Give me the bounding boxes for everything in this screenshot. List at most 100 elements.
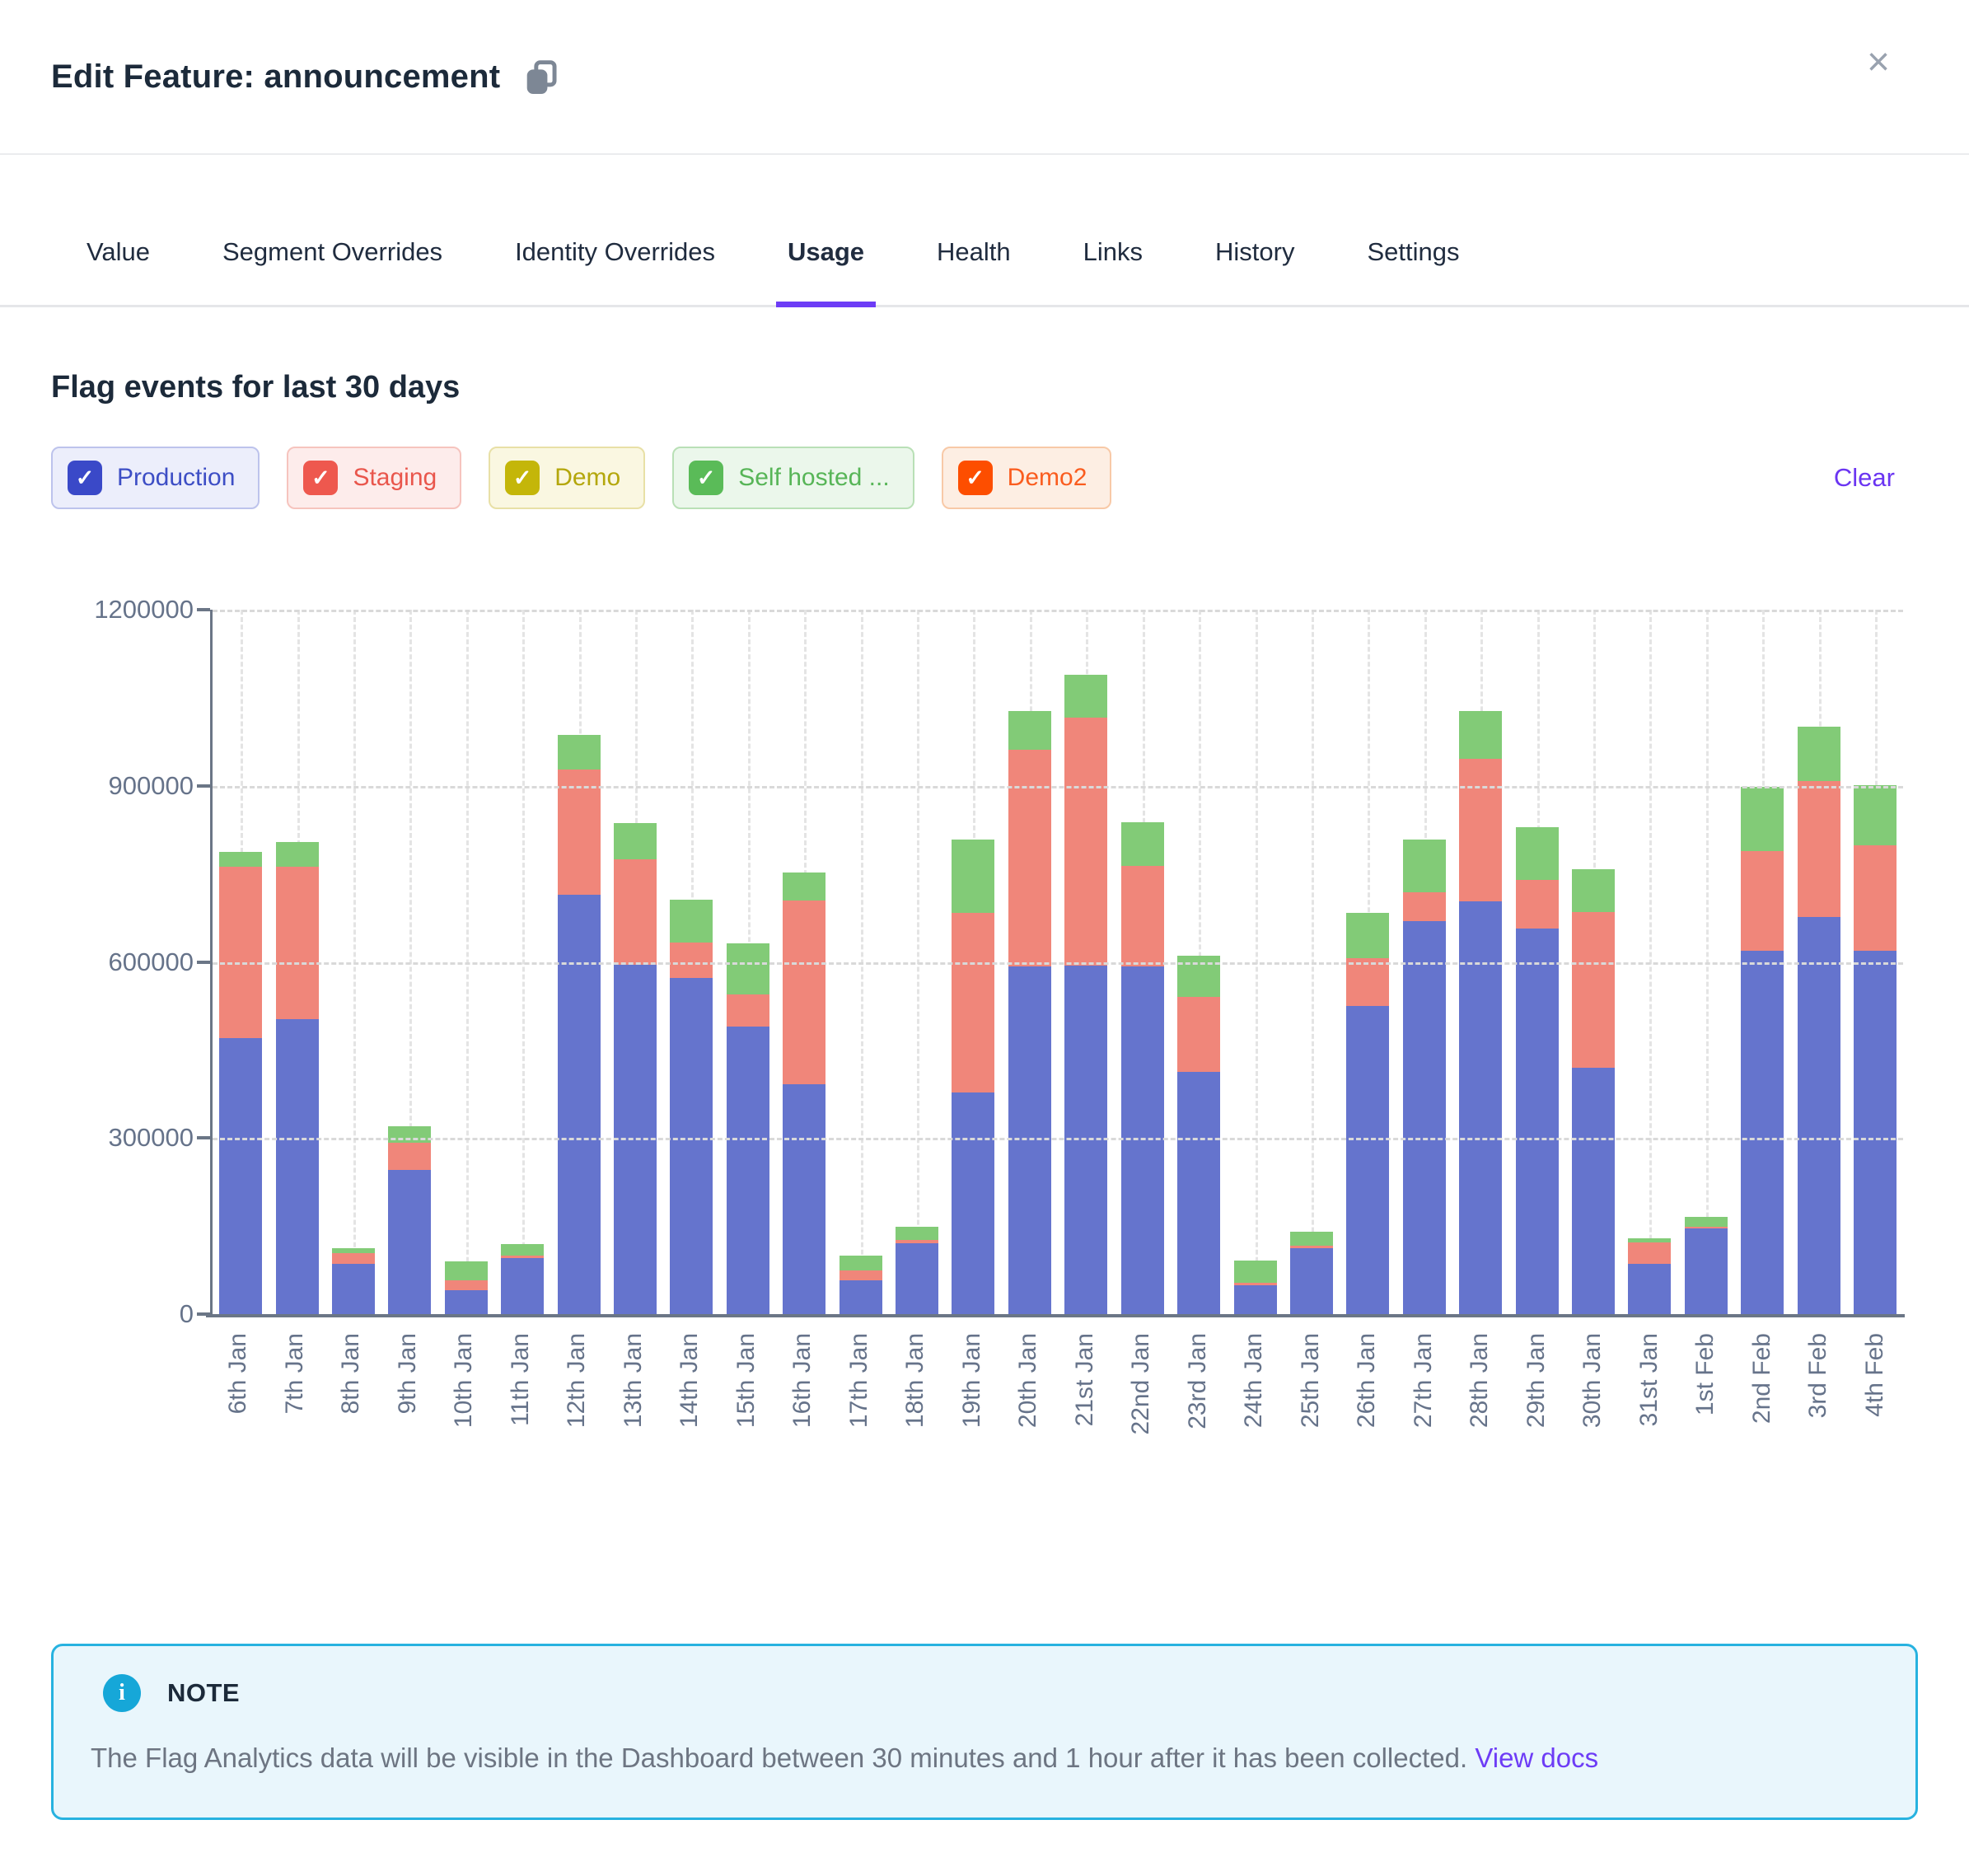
view-docs-link[interactable]: View docs: [1475, 1743, 1598, 1773]
legend-pill-staging[interactable]: ✓ Staging: [287, 447, 461, 509]
gridline: [213, 786, 1903, 788]
bar-19th-jan[interactable]: [952, 840, 994, 1314]
clear-button[interactable]: Clear: [1834, 463, 1895, 493]
bar-1st-feb[interactable]: [1685, 1217, 1728, 1314]
x-axis-label: 26th Jan: [1353, 1333, 1381, 1428]
modal-header: Edit Feature: announcement ×: [0, 0, 1969, 155]
legend-pill-self-hosted[interactable]: ✓Self hosted ...: [672, 447, 914, 509]
bar-segment-staging: [727, 994, 769, 1027]
bar-segment-self-hosted: [896, 1227, 938, 1240]
bar-16th-jan[interactable]: [783, 873, 825, 1314]
bar-segment-self-hosted: [1572, 869, 1615, 912]
bar-segment-production: [1798, 917, 1840, 1314]
bar-segment-staging: [1572, 912, 1615, 1069]
bar-7th-jan[interactable]: [276, 842, 319, 1314]
checkbox-checked-icon[interactable]: ✓: [689, 461, 723, 495]
close-icon[interactable]: ×: [1867, 43, 1890, 82]
x-axis-label: 4th Feb: [1861, 1333, 1889, 1417]
x-axis-label: 11th Jan: [507, 1333, 535, 1426]
x-axis-label: 16th Jan: [788, 1333, 816, 1428]
bar-2nd-feb[interactable]: [1741, 787, 1784, 1314]
bar-segment-production: [1177, 1072, 1220, 1314]
tab-health[interactable]: Health: [937, 237, 1011, 305]
bar-segment-self-hosted: [1064, 675, 1107, 718]
legend-pill-production[interactable]: ✓Production: [51, 447, 260, 509]
bar-27th-jan[interactable]: [1403, 840, 1446, 1314]
bar-30th-jan[interactable]: [1572, 869, 1615, 1314]
copy-icon[interactable]: [525, 59, 558, 94]
bar-20th-jan[interactable]: [1008, 711, 1051, 1314]
bar-13th-jan[interactable]: [614, 823, 657, 1314]
checkbox-checked-icon[interactable]: ✓: [303, 461, 338, 495]
checkbox-checked-icon[interactable]: ✓: [68, 461, 102, 495]
bar-segment-self-hosted: [1290, 1232, 1333, 1246]
bar-segment-staging: [1403, 892, 1446, 922]
x-axis-label: 20th Jan: [1014, 1333, 1042, 1428]
bar-segment-staging: [952, 913, 994, 1092]
tab-history[interactable]: History: [1215, 237, 1294, 305]
bar-segment-self-hosted: [219, 852, 262, 868]
legend-label: Staging: [353, 464, 437, 492]
x-axis-label: 7th Jan: [281, 1333, 309, 1414]
bar-31st-jan[interactable]: [1628, 1238, 1671, 1314]
bar-4th-feb[interactable]: [1854, 785, 1897, 1314]
tab-value[interactable]: Value: [87, 237, 150, 305]
tab-identity-overrides[interactable]: Identity Overrides: [515, 237, 715, 305]
tab-links[interactable]: Links: [1083, 237, 1143, 305]
bar-segment-staging: [1121, 866, 1164, 966]
y-axis-tick: [197, 961, 210, 964]
bar-segment-self-hosted: [1121, 822, 1164, 866]
bar-28th-jan[interactable]: [1459, 711, 1502, 1314]
bar-11th-jan[interactable]: [501, 1244, 544, 1314]
bar-segment-staging: [614, 859, 657, 965]
bar-23rd-jan[interactable]: [1177, 956, 1220, 1314]
gridline: [213, 610, 1903, 612]
legend-pill-demo[interactable]: ✓Demo: [489, 447, 645, 509]
x-axis-label: 18th Jan: [901, 1333, 929, 1428]
note-title: NOTE: [167, 1678, 240, 1708]
bar-segment-self-hosted: [276, 842, 319, 867]
bar-18th-jan[interactable]: [896, 1227, 938, 1314]
bar-segment-staging: [332, 1253, 375, 1264]
bar-24th-jan[interactable]: [1234, 1261, 1277, 1314]
bar-22nd-jan[interactable]: [1121, 822, 1164, 1314]
tab-settings[interactable]: Settings: [1367, 237, 1459, 305]
bar-12th-jan[interactable]: [558, 735, 601, 1314]
bar-10th-jan[interactable]: [445, 1261, 488, 1314]
legend-pill-demo2[interactable]: ✓Demo2: [942, 447, 1112, 509]
bar-segment-staging: [1459, 759, 1502, 901]
bar-segment-self-hosted: [1516, 827, 1559, 880]
x-axis-label: 24th Jan: [1240, 1333, 1268, 1428]
note-header: i NOTE: [103, 1674, 1866, 1712]
bar-segment-self-hosted: [952, 840, 994, 913]
bar-segment-production: [1516, 929, 1559, 1314]
bar-3rd-feb[interactable]: [1798, 727, 1840, 1314]
bar-segment-self-hosted: [1741, 787, 1784, 851]
bar-6th-jan[interactable]: [219, 852, 262, 1314]
tab-segment-overrides[interactable]: Segment Overrides: [222, 237, 442, 305]
bar-segment-staging: [1064, 718, 1107, 966]
bar-segment-staging: [1798, 781, 1840, 917]
bar-segment-production: [783, 1084, 825, 1314]
bar-21st-jan[interactable]: [1064, 675, 1107, 1314]
bar-segment-self-hosted: [558, 735, 601, 770]
x-axis-label: 28th Jan: [1466, 1333, 1494, 1428]
y-axis-label: 300000: [45, 1123, 194, 1153]
bar-17th-jan[interactable]: [840, 1256, 882, 1314]
bar-26th-jan[interactable]: [1346, 913, 1389, 1314]
bar-29th-jan[interactable]: [1516, 827, 1559, 1314]
bar-15th-jan[interactable]: [727, 943, 769, 1314]
bar-segment-self-hosted: [445, 1261, 488, 1280]
checkbox-checked-icon[interactable]: ✓: [505, 461, 540, 495]
x-axis-label: 22nd Jan: [1127, 1333, 1155, 1434]
gridline: [213, 962, 1903, 965]
bar-segment-self-hosted: [1854, 785, 1897, 845]
bar-8th-jan[interactable]: [332, 1248, 375, 1314]
x-axis-label: 6th Jan: [224, 1333, 252, 1414]
bar-25th-jan[interactable]: [1290, 1232, 1333, 1314]
x-axis-label: 12th Jan: [563, 1333, 591, 1428]
tab-usage[interactable]: Usage: [788, 237, 864, 305]
bar-9th-jan[interactable]: [388, 1126, 431, 1314]
bar-segment-staging: [1854, 845, 1897, 951]
checkbox-checked-icon[interactable]: ✓: [958, 461, 993, 495]
